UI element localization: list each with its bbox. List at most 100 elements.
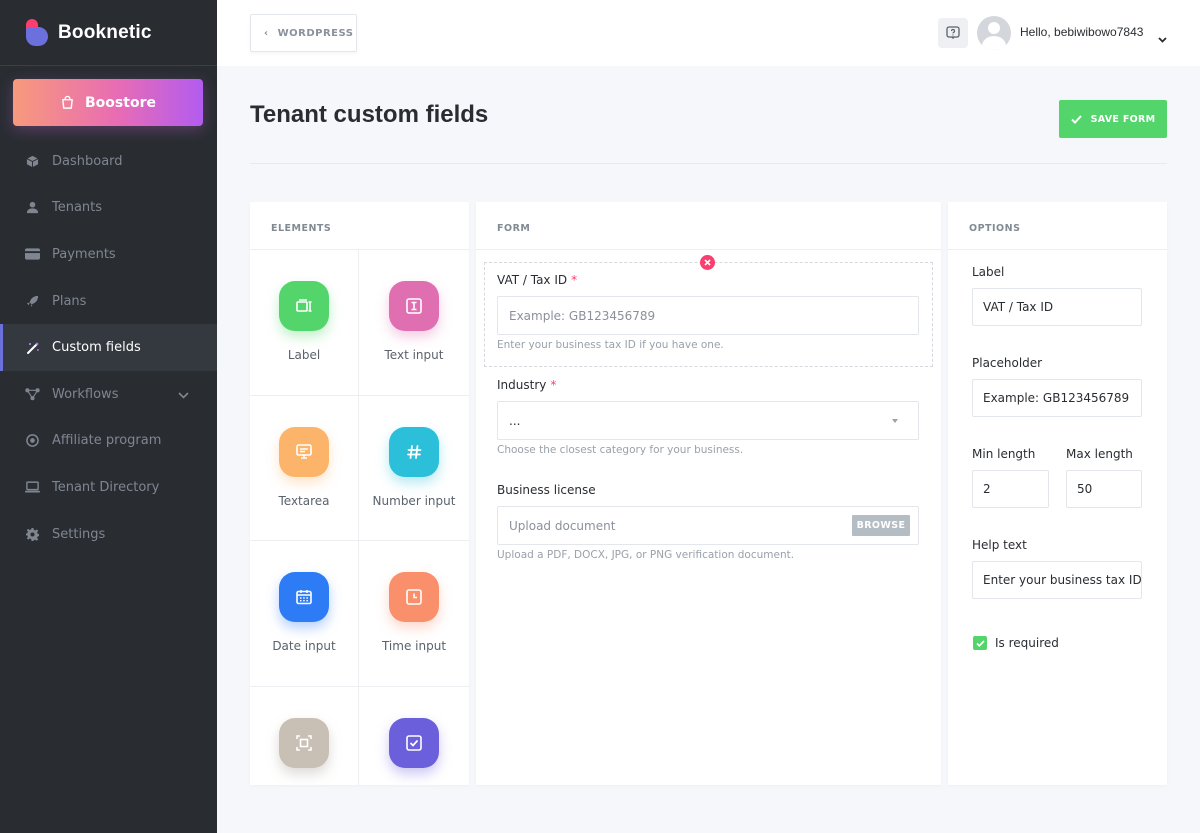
option-min-length-input[interactable]: 2 bbox=[972, 470, 1049, 508]
license-upload-input[interactable]: Upload document BROWSE bbox=[497, 506, 919, 545]
caret-down-icon bbox=[892, 419, 898, 423]
industry-select[interactable]: ... bbox=[497, 401, 919, 440]
chevron-down-icon[interactable] bbox=[178, 388, 189, 403]
industry-select-value: ... bbox=[509, 413, 521, 428]
sidebar-item-tenants[interactable]: Tenants bbox=[0, 185, 217, 232]
form-heading: FORM bbox=[476, 202, 941, 250]
is-required-checkbox[interactable] bbox=[973, 636, 987, 650]
sidebar-item-settings[interactable]: Settings bbox=[0, 511, 217, 558]
divider bbox=[250, 163, 1167, 164]
element-label-text: Text input bbox=[384, 348, 444, 362]
back-to-wordpress-button[interactable]: ‹ WORDPRESS bbox=[250, 14, 357, 52]
vat-field-label: VAT / Tax ID * bbox=[497, 273, 577, 287]
element-checkbox[interactable] bbox=[359, 687, 469, 785]
element-text-input[interactable]: Text input bbox=[359, 250, 469, 396]
sidebar-item-label: Settings bbox=[52, 526, 106, 542]
sidebar-nav: Dashboard Tenants Payments Plans Custom … bbox=[0, 138, 217, 557]
license-help-text: Upload a PDF, DOCX, JPG, or PNG verifica… bbox=[497, 549, 795, 561]
industry-field-label: Industry * bbox=[497, 378, 556, 392]
user-icon bbox=[25, 200, 40, 215]
element-label[interactable]: Label bbox=[250, 250, 359, 396]
laptop-icon bbox=[25, 480, 40, 495]
element-label-text: Label bbox=[287, 348, 321, 362]
boostore-button[interactable]: Boostore bbox=[13, 79, 203, 126]
industry-help-text: Choose the closest category for your bus… bbox=[497, 444, 744, 456]
vat-input[interactable]: Example: GB123456789 bbox=[497, 296, 919, 335]
boostore-label: Boostore bbox=[85, 94, 156, 111]
option-max-length-title: Max length bbox=[1066, 447, 1133, 461]
element-frame[interactable] bbox=[250, 686, 359, 785]
options-panel: OPTIONS Label VAT / Tax ID Placeholder E… bbox=[948, 202, 1167, 785]
vat-help-text: Enter your business tax ID if you have o… bbox=[497, 339, 724, 351]
brand[interactable]: Booknetic bbox=[0, 0, 217, 66]
element-time-input[interactable]: Time input bbox=[359, 541, 469, 687]
shopping-bag-icon bbox=[62, 95, 73, 109]
sidebar-item-custom-fields[interactable]: Custom fields bbox=[0, 324, 217, 371]
monitor-icon bbox=[279, 426, 329, 477]
sidebar-item-workflows[interactable]: Workflows bbox=[0, 371, 217, 418]
label-icon bbox=[279, 281, 329, 331]
option-max-length-input[interactable]: 50 bbox=[1066, 470, 1142, 508]
save-form-button[interactable]: SAVE FORM bbox=[1059, 100, 1167, 138]
is-required-label[interactable]: Is required bbox=[995, 636, 1059, 650]
license-field-label: Business license bbox=[497, 483, 596, 497]
chevron-down-icon[interactable] bbox=[1158, 28, 1167, 47]
sidebar-item-tenant-directory[interactable]: Tenant Directory bbox=[0, 464, 217, 511]
clock-icon bbox=[389, 572, 439, 623]
required-marker: * bbox=[550, 378, 557, 392]
remove-field-button[interactable] bbox=[700, 255, 715, 270]
user-greeting[interactable]: Hello, bebiwibowo7843 bbox=[1020, 25, 1143, 39]
sidebar: Booknetic Boostore Dashboard Tenants Pay… bbox=[0, 0, 217, 833]
rocket-icon bbox=[25, 294, 40, 309]
help-button[interactable] bbox=[938, 18, 968, 48]
element-label-text: Number input bbox=[372, 493, 456, 508]
element-label-text: Textarea bbox=[278, 493, 330, 508]
chevron-left-icon: ‹ bbox=[264, 27, 269, 39]
upload-placeholder: Upload document bbox=[509, 518, 616, 533]
element-label-text: Time input bbox=[381, 639, 447, 654]
workflow-icon bbox=[25, 387, 40, 402]
cube-icon bbox=[25, 154, 40, 169]
gear-icon bbox=[25, 527, 40, 542]
brand-name: Booknetic bbox=[58, 21, 152, 43]
vat-input-placeholder: Example: GB123456789 bbox=[509, 308, 656, 323]
sidebar-item-label: Custom fields bbox=[52, 340, 141, 356]
option-label-input[interactable]: VAT / Tax ID bbox=[972, 288, 1142, 326]
field-label-text: Industry bbox=[497, 378, 547, 392]
field-label-text: Business license bbox=[497, 483, 596, 497]
option-min-length-title: Min length bbox=[972, 447, 1036, 461]
check-icon bbox=[1070, 114, 1082, 124]
elements-grid: Label Text input Textarea Number input D… bbox=[250, 250, 469, 785]
option-help-text-input[interactable]: Enter your business tax ID bbox=[972, 561, 1142, 599]
sidebar-item-payments[interactable]: Payments bbox=[0, 231, 217, 278]
sidebar-item-dashboard[interactable]: Dashboard bbox=[0, 138, 217, 185]
top-header: ‹ WORDPRESS Hello, bebiwibowo7843 bbox=[217, 0, 1200, 66]
booknetic-logo bbox=[26, 19, 48, 46]
text-cursor-icon bbox=[389, 281, 439, 331]
option-placeholder-input[interactable]: Example: GB123456789 bbox=[972, 379, 1142, 417]
element-number-input[interactable]: Number input bbox=[359, 396, 469, 542]
element-textarea[interactable]: Textarea bbox=[250, 395, 359, 542]
sidebar-item-plans[interactable]: Plans bbox=[0, 278, 217, 325]
option-label-title: Label bbox=[972, 265, 1005, 279]
credit-card-icon bbox=[25, 247, 40, 262]
help-icon bbox=[946, 26, 960, 39]
sidebar-item-label: Dashboard bbox=[52, 153, 123, 169]
options-heading: OPTIONS bbox=[948, 202, 1167, 250]
field-label-text: VAT / Tax ID bbox=[497, 273, 568, 287]
magic-wand-icon bbox=[25, 340, 40, 355]
sidebar-item-affiliate-program[interactable]: Affiliate program bbox=[0, 418, 217, 465]
avatar[interactable] bbox=[977, 16, 1011, 50]
required-marker: * bbox=[571, 273, 578, 287]
elements-heading: ELEMENTS bbox=[250, 202, 469, 250]
checkbox-icon bbox=[389, 717, 439, 768]
hash-icon bbox=[389, 426, 439, 477]
element-date-input[interactable]: Date input bbox=[250, 541, 359, 687]
save-form-label: SAVE FORM bbox=[1090, 113, 1156, 125]
sidebar-item-label: Workflows bbox=[52, 386, 119, 402]
page-title: Tenant custom fields bbox=[250, 101, 489, 128]
back-label: WORDPRESS bbox=[277, 27, 354, 39]
browse-button[interactable]: BROWSE bbox=[852, 515, 910, 536]
option-help-text-title: Help text bbox=[972, 538, 1027, 552]
close-icon bbox=[704, 259, 711, 266]
